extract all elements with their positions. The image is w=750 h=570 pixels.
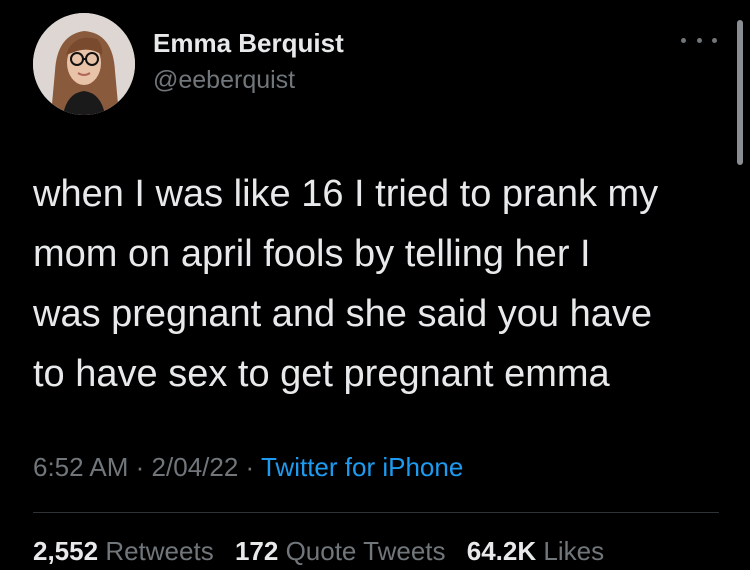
- author-name[interactable]: Emma Berquist: [153, 28, 344, 59]
- avatar-photo: [33, 13, 135, 115]
- retweets-stat[interactable]: 2,552 Retweets: [33, 536, 214, 566]
- more-dot: [696, 37, 702, 43]
- quote-tweets-stat[interactable]: 172 Quote Tweets: [235, 536, 446, 566]
- more-dot: [712, 37, 717, 43]
- tweet-time[interactable]: 6:52 AM: [33, 452, 128, 482]
- quote-tweets-label: Quote Tweets: [285, 536, 446, 566]
- tweet-text-line: was pregnant and she said you have: [33, 293, 652, 335]
- more-horizontal-icon[interactable]: [681, 30, 717, 50]
- divider: [33, 512, 719, 513]
- tweet-date[interactable]: 2/04/22: [152, 452, 239, 482]
- tweet-source-link[interactable]: Twitter for iPhone: [261, 452, 463, 482]
- tweet-text-line: mom on april fools by telling her I: [33, 233, 591, 275]
- author-handle[interactable]: @eeberquist: [153, 66, 295, 95]
- meta-separator: ·: [245, 452, 255, 482]
- likes-label: Likes: [543, 536, 605, 566]
- avatar[interactable]: [33, 13, 135, 115]
- more-dot: [681, 37, 686, 43]
- scrollbar[interactable]: [737, 20, 743, 165]
- tweet-stats: 2,552 Retweets 172 Quote Tweets 64.2K Li…: [33, 536, 618, 567]
- likes-stat[interactable]: 64.2K Likes: [467, 536, 604, 566]
- tweet-meta: 6:52 AM · 2/04/22 · Twitter for iPhone: [33, 452, 463, 483]
- retweets-label: Retweets: [105, 536, 214, 566]
- tweet-text: when I was like 16 I tried to prank my m…: [33, 164, 733, 404]
- quote-tweets-count: 172: [234, 536, 279, 566]
- tweet-text-line: when I was like 16 I tried to prank my: [33, 173, 659, 215]
- likes-count: 64.2K: [466, 536, 537, 566]
- tweet-text-line: to have sex to get pregnant emma: [33, 353, 610, 395]
- meta-separator: ·: [135, 452, 145, 482]
- retweets-count: 2,552: [33, 536, 99, 566]
